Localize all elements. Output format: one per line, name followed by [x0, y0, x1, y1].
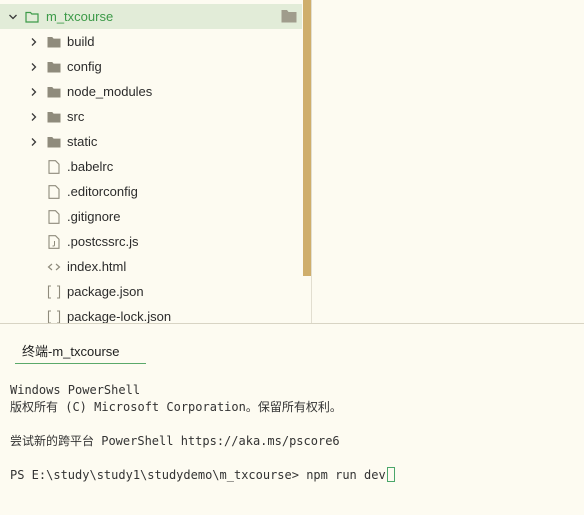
- tree-folder-item[interactable]: build: [0, 29, 302, 54]
- chevron-right-icon[interactable]: [27, 135, 41, 149]
- terminal-cursor: [386, 467, 395, 482]
- folder-icon: [24, 10, 40, 24]
- js-file-icon: [46, 234, 62, 249]
- terminal-line: PS E:\study\study1\studydemo\m_txcourse>…: [10, 467, 580, 484]
- folder-icon: [46, 135, 62, 149]
- folder-icon: [46, 35, 62, 49]
- tree-file-item[interactable]: .babelrc: [0, 154, 302, 179]
- tree-item-label: node_modules: [67, 84, 153, 99]
- terminal-line-text: 尝试新的跨平台 PowerShell https://aka.ms/pscore…: [10, 434, 340, 448]
- file-explorer: m_txcourse build config node_modulessrc sta…: [0, 0, 312, 323]
- tree-folder-item[interactable]: node_modules: [0, 79, 302, 104]
- file-icon: [46, 184, 62, 199]
- chevron-down-icon[interactable]: [6, 10, 20, 24]
- tree-item-label: src: [67, 109, 85, 124]
- folder-icon: [46, 110, 62, 124]
- tree-file-item[interactable]: package.json: [0, 279, 302, 304]
- folder-action-icon[interactable]: [281, 9, 297, 23]
- tree-file-item[interactable]: .editorconfig: [0, 179, 302, 204]
- tree-item-label: index.html: [67, 259, 127, 274]
- tree-item-label: .gitignore: [67, 209, 121, 224]
- tree-item-label: package-lock.json: [67, 309, 172, 323]
- terminal-tab[interactable]: 终端-m_txcourse: [15, 342, 146, 364]
- terminal-line-text: 版权所有 (C) Microsoft Corporation。保留所有权利。: [10, 400, 342, 414]
- tree-item-label: .babelrc: [67, 159, 114, 174]
- folder-icon: [46, 60, 62, 74]
- chevron-right-icon[interactable]: [27, 85, 41, 99]
- tree-root-folder[interactable]: m_txcourse: [0, 4, 302, 29]
- folder-icon: [46, 85, 62, 99]
- tree-item-label: config: [67, 59, 102, 74]
- html-file-icon: [46, 260, 62, 274]
- terminal-line: 尝试新的跨平台 PowerShell https://aka.ms/pscore…: [10, 433, 580, 450]
- terminal-output[interactable]: Windows PowerShell 版权所有 (C) Microsoft Cor…: [10, 382, 580, 484]
- explorer-scrollbar[interactable]: [303, 0, 311, 276]
- tree-folder-item[interactable]: src: [0, 104, 302, 129]
- tree-file-item[interactable]: .postcssrc.js: [0, 229, 302, 254]
- json-file-icon: [46, 309, 62, 323]
- tree-item-label: static: [67, 134, 98, 149]
- terminal-line-text: Windows PowerShell: [10, 383, 141, 397]
- tree-item-label: .editorconfig: [67, 184, 138, 199]
- chevron-right-icon[interactable]: [27, 35, 41, 49]
- tree-item-label: build: [67, 34, 95, 49]
- terminal-line-text: PS E:\study\study1\studydemo\m_txcourse>…: [10, 468, 386, 482]
- tree-item-label: package.json: [67, 284, 144, 299]
- tree-folder-item[interactable]: config: [0, 54, 302, 79]
- tree-file-item[interactable]: .gitignore: [0, 204, 302, 229]
- terminal-panel: 终端-m_txcourse Windows PowerShell 版权所有 (C)…: [0, 323, 584, 515]
- file-icon: [46, 159, 62, 174]
- chevron-right-icon[interactable]: [27, 60, 41, 74]
- json-file-icon: [46, 284, 62, 299]
- terminal-line: Windows PowerShell: [10, 382, 580, 399]
- chevron-right-icon[interactable]: [27, 110, 41, 124]
- root-folder-label: m_txcourse: [46, 9, 114, 24]
- file-tree: m_txcourse build config node_modulessrc sta…: [0, 4, 302, 323]
- file-icon: [46, 209, 62, 224]
- terminal-line: 版权所有 (C) Microsoft Corporation。保留所有权利。: [10, 399, 580, 416]
- tree-file-item[interactable]: index.html: [0, 254, 302, 279]
- tree-item-label: .postcssrc.js: [67, 234, 139, 249]
- tree-folder-item[interactable]: static: [0, 129, 302, 154]
- tree-file-item[interactable]: package-lock.json: [0, 304, 302, 323]
